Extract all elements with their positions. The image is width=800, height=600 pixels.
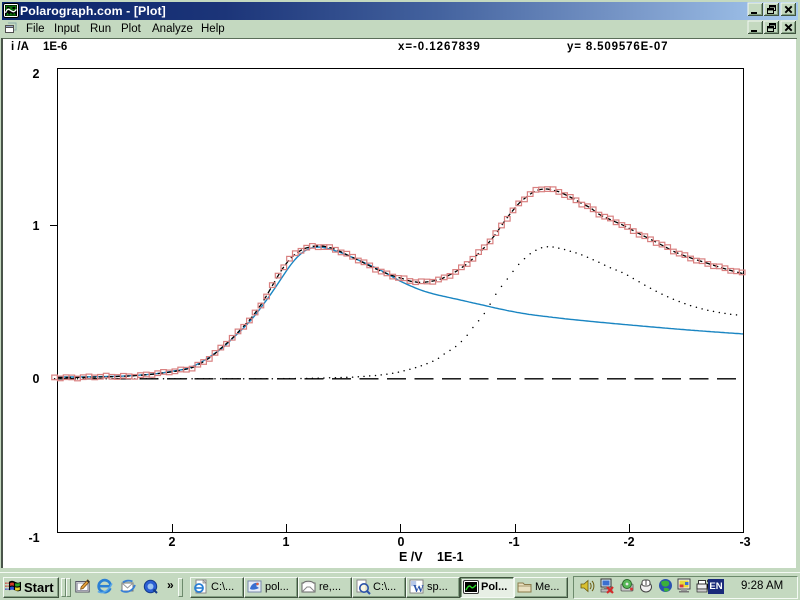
svg-text:0: 0 xyxy=(33,372,40,386)
svg-text:-3: -3 xyxy=(739,535,750,549)
svg-text:1E-1: 1E-1 xyxy=(437,550,463,564)
svg-text:i /A: i /A xyxy=(11,41,29,53)
svg-text:x=-0.1267839: x=-0.1267839 xyxy=(398,41,481,53)
svg-text:W: W xyxy=(413,583,424,595)
svg-text:-2: -2 xyxy=(623,535,634,549)
svg-text:2: 2 xyxy=(169,535,176,549)
svg-text:E /V: E /V xyxy=(399,550,423,564)
svg-text:1: 1 xyxy=(33,219,40,233)
svg-text:2: 2 xyxy=(33,67,40,81)
svg-text:-1: -1 xyxy=(508,535,519,549)
svg-text:0: 0 xyxy=(398,535,405,549)
svg-text:1: 1 xyxy=(283,535,290,549)
svg-text:-1: -1 xyxy=(28,531,39,545)
svg-text:y= 8.509576E-07: y= 8.509576E-07 xyxy=(567,41,668,53)
svg-text:1E-6: 1E-6 xyxy=(43,41,67,53)
